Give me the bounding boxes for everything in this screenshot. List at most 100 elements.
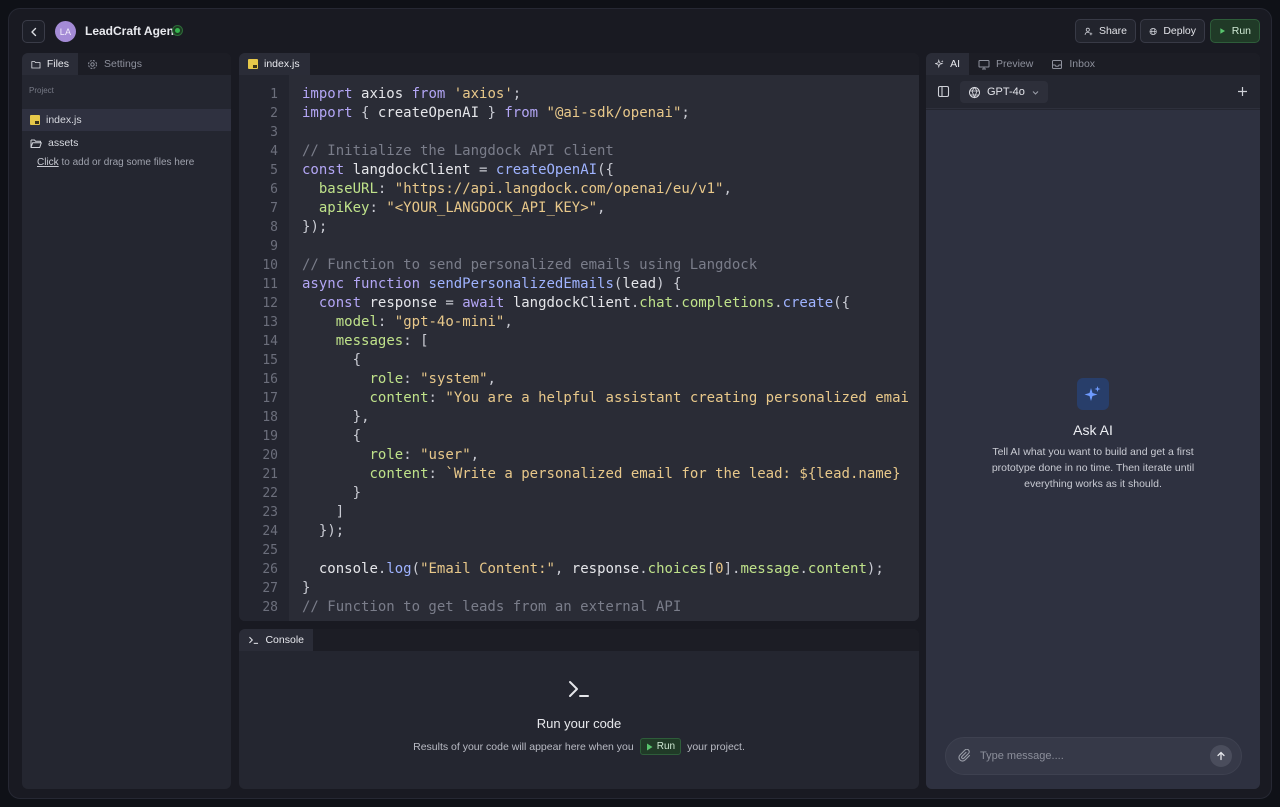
file-name: index.js	[46, 114, 82, 126]
share-button[interactable]: Share	[1075, 19, 1136, 43]
status-indicator-icon	[172, 25, 183, 36]
line-number: 4	[270, 144, 278, 159]
deploy-button[interactable]: Deploy	[1140, 19, 1205, 43]
code-line: import axios from 'axios';	[302, 86, 522, 102]
console-tabbar: Console	[239, 629, 919, 651]
ask-ai-sparkle-icon	[1077, 378, 1109, 410]
line-number: 26	[262, 562, 278, 577]
files-tabbar: Files Settings	[22, 53, 231, 75]
code-line: console.log("Email Content:", response.c…	[318, 561, 884, 577]
tab-console[interactable]: Console	[239, 629, 313, 651]
arrow-up-icon	[1217, 751, 1225, 761]
upload-hint-link[interactable]: Click	[37, 157, 59, 168]
line-number: 14	[262, 334, 278, 349]
folder-item-assets[interactable]: assets	[22, 132, 231, 154]
line-number: 10	[262, 258, 278, 273]
editor-panel: index.js 1 2 3 4 5 6 7 8 9 10 11 12 13 14 15 16 17 18 19 20…	[239, 53, 919, 621]
ai-chat-area: Ask AI Tell AI what you want to build an…	[926, 110, 1260, 789]
sparkle-icon	[935, 58, 944, 69]
folder-open-icon	[30, 139, 42, 148]
tab-ai[interactable]: AI	[926, 53, 969, 75]
back-button[interactable]	[22, 20, 45, 43]
line-number: 1	[270, 87, 278, 102]
code-line: apiKey: "<YOUR_LANGDOCK_API_KEY>",	[318, 200, 606, 216]
ask-ai-title: Ask AI	[1073, 422, 1113, 438]
inline-run-label: Run	[656, 741, 676, 752]
run-button[interactable]: Run	[1210, 19, 1260, 43]
console-panel: Console Run your code Results of your co…	[239, 629, 919, 789]
project-section-label: Project	[29, 86, 54, 95]
avatar[interactable]: LA	[55, 21, 76, 42]
js-file-icon	[248, 59, 258, 69]
plus-icon[interactable]	[1236, 85, 1249, 98]
monitor-icon	[978, 59, 990, 69]
code-line: role: "user",	[369, 447, 480, 463]
inbox-icon	[1052, 59, 1063, 69]
chevron-left-icon	[30, 27, 36, 36]
line-number: 17	[262, 391, 278, 406]
line-number: 23	[262, 505, 278, 520]
code-line: import { createOpenAI } from "@ai-sdk/op…	[302, 105, 690, 121]
line-number: 25	[262, 543, 278, 558]
send-button[interactable]	[1210, 745, 1232, 767]
code-line: baseURL: "https://api.langdock.com/opena…	[318, 181, 732, 197]
file-item-index-js[interactable]: index.js	[22, 109, 231, 131]
line-number: 24	[262, 524, 278, 539]
tab-preview[interactable]: Preview	[969, 53, 1042, 75]
tab-files[interactable]: Files	[22, 53, 78, 75]
line-number: 11	[262, 277, 278, 292]
line-number: 28	[262, 600, 278, 615]
tab-inbox-label: Inbox	[1069, 58, 1096, 70]
sidebar-toggle-icon[interactable]	[937, 85, 950, 98]
inline-run-button[interactable]: Run	[639, 738, 682, 755]
ask-ai-empty-state: Ask AI Tell AI what you want to build an…	[926, 378, 1260, 492]
ai-panel: AI Preview Inbox GPT-4o Ask AI Tell AI w…	[926, 53, 1260, 789]
model-selector[interactable]: GPT-4o	[960, 81, 1048, 103]
folder-name: assets	[48, 137, 79, 149]
user-plus-icon	[1084, 27, 1093, 35]
code-line: ]	[335, 504, 345, 520]
files-panel: Files Settings Project index.js assets C…	[22, 53, 231, 789]
code-line: messages: [	[335, 333, 429, 349]
line-number: 19	[262, 429, 278, 444]
ai-toolbar: GPT-4o	[926, 75, 1260, 109]
message-composer	[945, 737, 1242, 775]
line-number: 13	[262, 315, 278, 330]
app-window: LA LeadCraft Agent Share Deploy Run File…	[8, 8, 1272, 799]
line-number: 2	[270, 106, 278, 121]
code-line: {	[352, 428, 362, 444]
tab-inbox[interactable]: Inbox	[1042, 53, 1104, 75]
code-line: const response = await langdockClient.ch…	[318, 295, 851, 311]
console-tab-label: Console	[265, 634, 304, 646]
console-subtitle: Results of your code will appear here wh…	[413, 738, 745, 755]
line-number: 18	[262, 410, 278, 425]
line-number: 5	[270, 163, 278, 178]
console-sub-before: Results of your code will appear here wh…	[413, 740, 634, 753]
deploy-label: Deploy	[1163, 25, 1196, 37]
ask-ai-description: Tell AI what you want to build and get a…	[991, 446, 1195, 490]
tab-files-label: Files	[46, 58, 69, 70]
code-line: }	[352, 485, 362, 501]
line-number: 27	[262, 581, 278, 596]
code-editor[interactable]: import axios from 'axios'; import { creat…	[289, 75, 919, 621]
code-line: role: "system",	[369, 371, 496, 387]
editor-tab-label: index.js	[264, 58, 300, 70]
paperclip-icon[interactable]	[958, 749, 972, 763]
tab-ai-label: AI	[950, 58, 960, 70]
upload-hint: Click to add or drag some files here	[37, 157, 194, 168]
share-label: Share	[1098, 25, 1127, 37]
line-number: 6	[270, 182, 278, 197]
line-number: 22	[262, 486, 278, 501]
tab-settings[interactable]: Settings	[78, 53, 151, 75]
console-title: Run your code	[536, 716, 622, 731]
code-line: content: "You are a helpful assistant cr…	[369, 390, 909, 406]
line-number: 3	[270, 125, 278, 140]
tab-settings-label: Settings	[104, 58, 142, 70]
tab-index-js[interactable]: index.js	[239, 53, 310, 75]
page-title: LeadCraft Agent	[85, 24, 178, 38]
code-line: });	[318, 523, 345, 539]
code-line: {	[352, 352, 362, 368]
code-line: model: "gpt-4o-mini",	[335, 314, 513, 330]
upload-hint-text: to add or drag some files here	[58, 157, 195, 168]
message-input[interactable]	[980, 738, 1200, 774]
